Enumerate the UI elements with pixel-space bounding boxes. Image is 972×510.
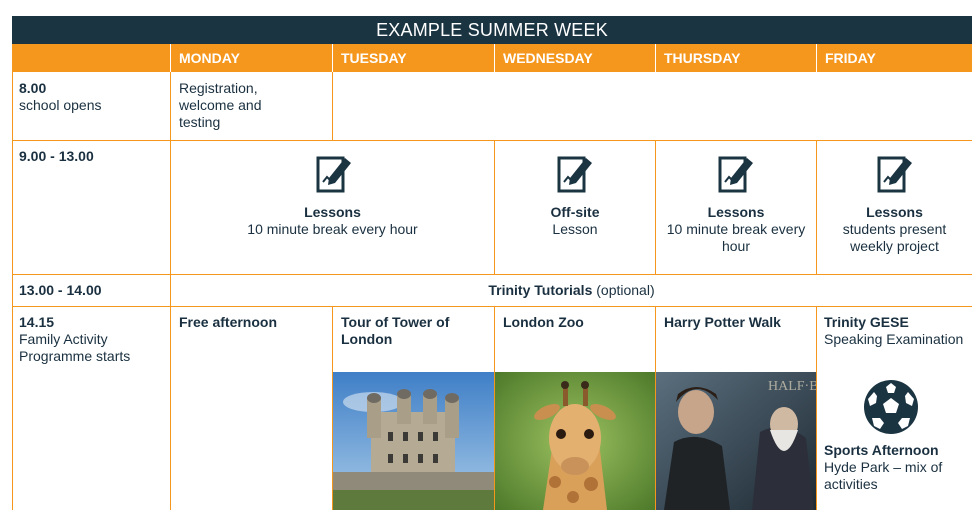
cell-title: Lessons xyxy=(866,204,923,220)
tower-of-london-cell: Tour of Tower of London xyxy=(341,314,450,347)
tower-of-london-photo xyxy=(333,372,494,510)
cell-text: Speaking Examination xyxy=(824,331,964,347)
soccer-ball-icon xyxy=(862,378,920,441)
cell-title: Lessons xyxy=(304,204,361,220)
notepad-pen-icon xyxy=(876,152,914,201)
header-divider xyxy=(170,44,171,72)
grid-line xyxy=(12,72,13,510)
day-header-tuesday: TUESDAY xyxy=(341,50,407,66)
day-header-wednesday: WEDNESDAY xyxy=(503,50,593,66)
header-divider xyxy=(494,44,495,72)
svg-text:HALF·B: HALF·B xyxy=(768,379,816,394)
notepad-pen-icon xyxy=(556,152,594,201)
time-cell-0800: 8.00 school opens xyxy=(19,80,164,114)
grid-line xyxy=(12,140,972,141)
sports-afternoon-cell: Sports Afternoon Hyde Park – mix of acti… xyxy=(824,442,969,493)
lessons-friday-cell: Lessons students present weekly project xyxy=(822,204,967,255)
cell-text: Hyde Park – mix of activities xyxy=(824,459,943,492)
grid-line xyxy=(655,140,656,274)
offsite-lesson-cell: Off-site Lesson xyxy=(495,204,655,238)
lessons-thursday-cell: Lessons 10 minute break every hour xyxy=(664,204,808,255)
day-header-monday: MONDAY xyxy=(179,50,240,66)
giraffe-photo xyxy=(495,372,655,510)
day-header-thursday: THURSDAY xyxy=(664,50,741,66)
harry-potter-poster: HALF·B xyxy=(656,372,816,510)
time-cell-1415: 14.15 Family Activity Programme starts xyxy=(19,314,139,365)
notepad-pen-icon xyxy=(717,152,755,201)
free-afternoon-cell: Free afternoon xyxy=(179,314,278,330)
cell-text: students present weekly project xyxy=(842,221,947,254)
time-label: 14.15 xyxy=(19,314,55,330)
harry-potter-walk-cell: Harry Potter Walk xyxy=(664,314,781,330)
cell-text: (optional) xyxy=(592,282,655,298)
cell-title: Trinity GESE xyxy=(824,314,909,330)
notepad-pen-icon xyxy=(315,152,353,201)
cell-title: Sports Afternoon xyxy=(824,442,939,458)
grid-line xyxy=(332,72,333,140)
header-divider xyxy=(655,44,656,72)
cell-text: 10 minute break every hour xyxy=(666,221,806,254)
time-sublabel: Family Activity Programme starts xyxy=(19,331,131,364)
grid-line xyxy=(12,306,972,307)
time-label: 13.00 - 14.00 xyxy=(19,282,102,298)
cell-text: 10 minute break every hour xyxy=(247,221,418,237)
time-sublabel: school opens xyxy=(19,97,102,113)
cell-title: Off-site xyxy=(550,204,600,220)
london-zoo-cell: London Zoo xyxy=(503,314,584,330)
timetable-title: EXAMPLE SUMMER WEEK xyxy=(12,16,972,44)
cell-title: Lessons xyxy=(707,204,765,220)
lessons-mon-tue-cell: Lessons 10 minute break every hour xyxy=(171,204,494,238)
trinity-gese-cell: Trinity GESE Speaking Examination xyxy=(824,314,969,348)
cell-title: Trinity Tutorials xyxy=(488,282,593,298)
time-label: 8.00 xyxy=(19,80,47,96)
trinity-tutorials-cell: Trinity Tutorials (optional) xyxy=(171,282,972,299)
header-divider xyxy=(816,44,817,72)
day-header-friday: FRIDAY xyxy=(825,50,876,66)
timetable-page: EXAMPLE SUMMER WEEK MONDAY TUESDAY WEDNE… xyxy=(0,0,972,510)
header-divider xyxy=(332,44,333,72)
time-label: 9.00 - 13.00 xyxy=(19,148,94,164)
grid-line xyxy=(816,306,817,510)
grid-line xyxy=(12,274,972,275)
cell-text: Lesson xyxy=(552,221,598,237)
grid-line xyxy=(816,140,817,274)
monday-registration-cell: Registration, welcome and testing xyxy=(179,80,262,130)
